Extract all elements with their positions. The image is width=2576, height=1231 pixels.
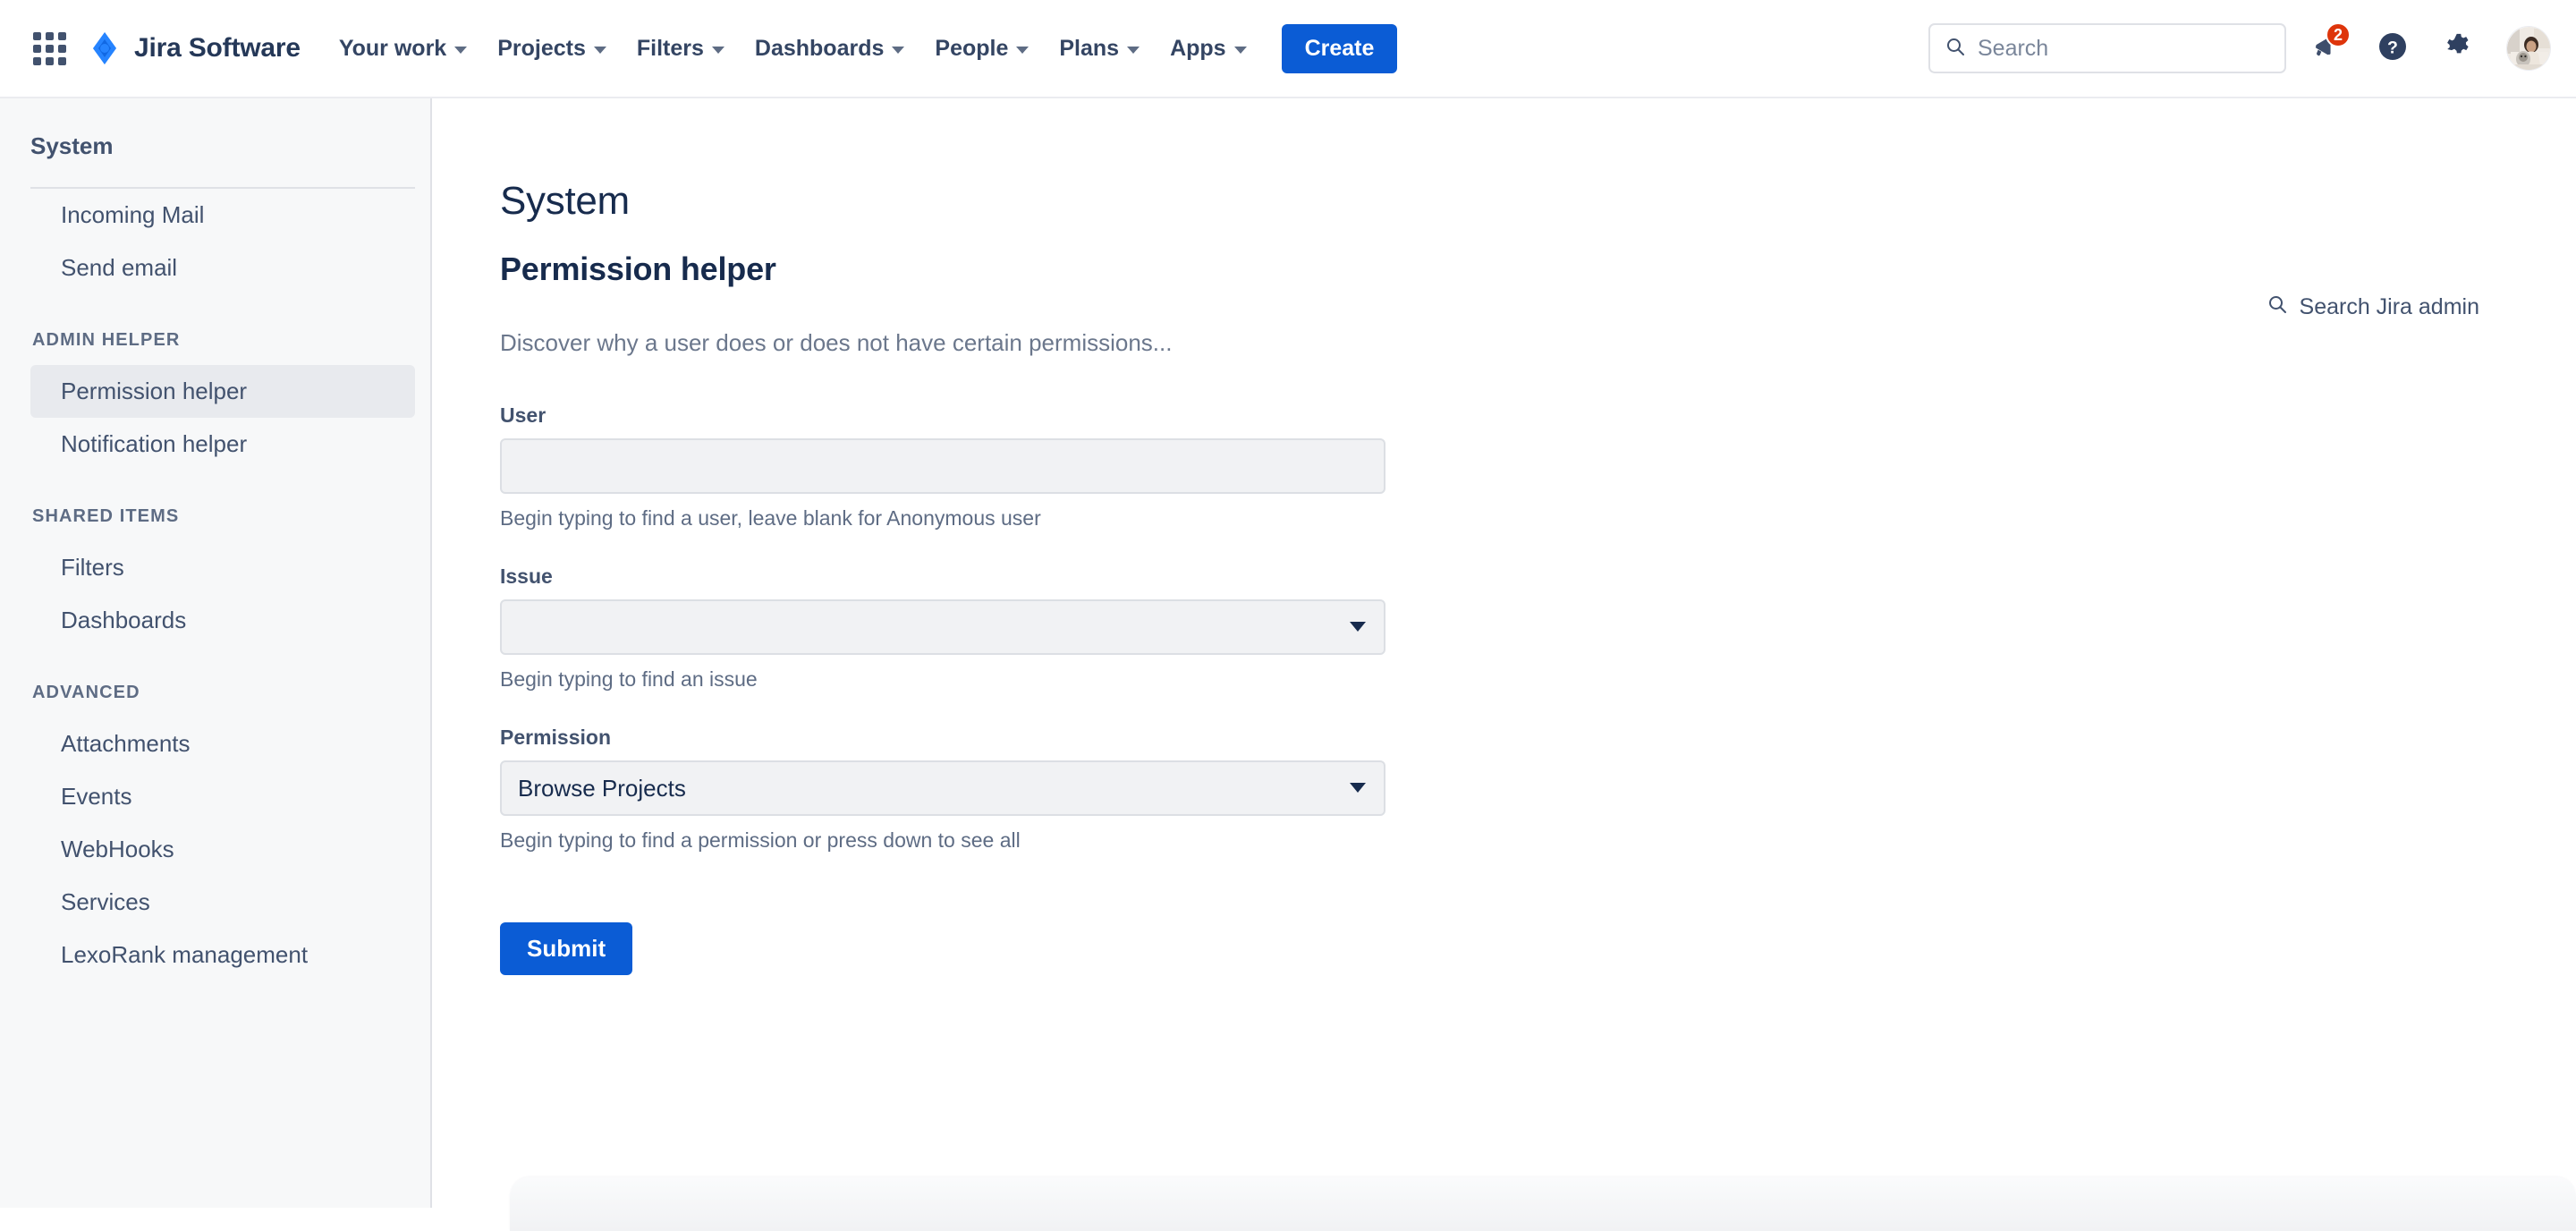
sidebar-group-admin-helper: ADMIN HELPER [32, 330, 181, 350]
nav-item-your-work[interactable]: Your work [324, 25, 482, 72]
settings-button[interactable] [2433, 22, 2485, 74]
top-navigation-bar: Jira Software Your work Projects Filters… [0, 0, 2576, 98]
page-title: System [500, 179, 630, 223]
user-field-group: User Begin typing to find a user, leave … [500, 403, 2576, 531]
notifications-button[interactable]: 2 [2301, 22, 2352, 74]
permission-select-value: Browse Projects [518, 774, 686, 802]
sidebar-item-events[interactable]: Events [30, 770, 415, 823]
chevron-down-icon [1350, 782, 1366, 793]
chevron-down-icon [892, 47, 905, 54]
chevron-down-icon [711, 47, 724, 54]
notification-badge-count: 2 [2326, 22, 2351, 47]
chevron-down-icon [1016, 47, 1030, 54]
chevron-down-icon [1350, 621, 1366, 632]
chevron-down-icon [1233, 47, 1247, 54]
issue-field-help: Begin typing to find an issue [500, 667, 758, 691]
sidebar-item-services[interactable]: Services [30, 876, 415, 929]
chevron-down-icon [454, 47, 468, 54]
svg-text:?: ? [2387, 38, 2398, 57]
submit-button[interactable]: Submit [500, 922, 633, 975]
sidebar-item-notification-helper[interactable]: Notification helper [30, 418, 415, 471]
search-icon [1945, 36, 1966, 62]
sidebar-item-lexorank-management[interactable]: LexoRank management [30, 929, 415, 981]
user-input[interactable] [500, 438, 1385, 494]
user-avatar[interactable] [2506, 26, 2551, 71]
nav-item-projects[interactable]: Projects [482, 25, 622, 72]
nav-right-cluster: 2 ? [1928, 22, 2551, 74]
nav-item-label: Your work [338, 35, 447, 61]
sidebar-group-advanced: ADVANCED [32, 683, 140, 702]
page-description: Discover why a user does or does not hav… [500, 329, 1173, 356]
create-button[interactable]: Create [1281, 23, 1398, 73]
primary-nav-items: Your work Projects Filters Dashboards Pe… [324, 23, 1398, 73]
permission-helper-form: User Begin typing to find a user, leave … [500, 403, 2576, 975]
permission-select[interactable]: Browse Projects [500, 760, 1385, 816]
brand-home-link[interactable]: Jira Software [88, 31, 301, 65]
gear-icon [2444, 31, 2474, 66]
sidebar-item-incoming-mail[interactable]: Incoming Mail [30, 189, 415, 242]
sidebar-item-filters[interactable]: Filters [30, 541, 415, 594]
issue-field-label: Issue [500, 565, 553, 588]
nav-item-label: Projects [497, 35, 586, 61]
user-field-help: Begin typing to find a user, leave blank… [500, 506, 1041, 530]
help-button[interactable]: ? [2367, 22, 2419, 74]
app-switcher-button[interactable] [23, 22, 75, 74]
nav-item-apps[interactable]: Apps [1155, 25, 1262, 72]
section-title: Permission helper [500, 250, 776, 287]
nav-item-label: Apps [1170, 35, 1226, 61]
nav-item-label: Filters [636, 35, 704, 61]
sidebar-item-attachments[interactable]: Attachments [30, 717, 415, 770]
nav-item-label: Dashboards [754, 35, 885, 61]
nav-item-filters[interactable]: Filters [622, 25, 740, 72]
jira-diamond-logo [88, 31, 122, 65]
sidebar-item-dashboards[interactable]: Dashboards [30, 594, 415, 647]
main-content: Search Jira admin System Permission help… [434, 98, 2576, 1208]
nav-item-label: People [935, 35, 1009, 61]
global-search-box[interactable] [1928, 23, 2286, 73]
permission-field-group: Permission Browse Projects Begin typing … [500, 726, 2576, 853]
bottom-panel [510, 1177, 2576, 1231]
issue-select[interactable] [500, 599, 1385, 655]
brand-name: Jira Software [134, 33, 301, 63]
sidebar-item-webhooks[interactable]: WebHooks [30, 823, 415, 876]
permission-field-help: Begin typing to find a permission or pre… [500, 828, 1021, 852]
sidebar-item-send-email[interactable]: Send email [30, 242, 415, 294]
nav-item-label: Plans [1059, 35, 1120, 61]
nav-item-plans[interactable]: Plans [1044, 25, 1155, 72]
sidebar-item-permission-helper[interactable]: Permission helper [30, 365, 415, 418]
search-jira-admin-label: Search Jira admin [2299, 294, 2479, 319]
search-icon [2267, 293, 2288, 321]
search-jira-admin-link[interactable]: Search Jira admin [2267, 293, 2479, 321]
grid-apps-icon [32, 31, 66, 65]
issue-field-group: Issue Begin typing to find an issue [500, 565, 2576, 692]
admin-sidebar: System Incoming Mail Send email ADMIN HE… [0, 98, 432, 1208]
user-field-label: User [500, 403, 547, 427]
chevron-down-icon [593, 47, 606, 54]
permission-field-label: Permission [500, 726, 611, 749]
help-circle-icon: ? [2377, 30, 2409, 67]
nav-item-people[interactable]: People [919, 25, 1044, 72]
search-input[interactable] [1978, 35, 2270, 62]
chevron-down-icon [1127, 47, 1140, 54]
sidebar-title: System [30, 132, 114, 159]
sidebar-group-shared-items: SHARED ITEMS [32, 506, 180, 526]
nav-item-dashboards[interactable]: Dashboards [740, 25, 919, 72]
